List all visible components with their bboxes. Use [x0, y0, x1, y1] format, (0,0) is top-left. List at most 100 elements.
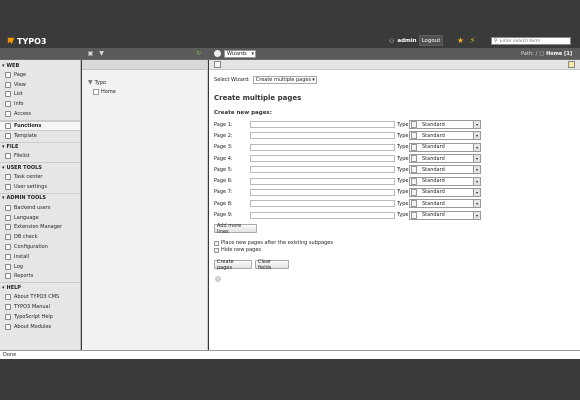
module-item-functions[interactable]: Functions — [0, 120, 80, 131]
module-icon — [5, 184, 11, 191]
tree-node-home[interactable]: Home — [88, 87, 207, 96]
lightning-clear-cache-icon[interactable]: ⚡ — [467, 35, 478, 46]
module-icon — [5, 214, 11, 221]
module-group-title[interactable]: ▾ ADMIN TOOLS — [0, 194, 80, 203]
page-title-input[interactable] — [250, 132, 395, 140]
page-type-value: Standard — [422, 132, 445, 139]
hide-pages-checkbox[interactable] — [214, 247, 219, 253]
place-after-checkbox[interactable] — [214, 240, 219, 246]
page-type-select[interactable]: Standard ▾ — [409, 199, 481, 209]
module-item-install[interactable]: Install — [0, 252, 80, 262]
filter-icon[interactable]: ▼ — [98, 50, 105, 57]
module-item-template[interactable]: Template — [0, 131, 80, 141]
tree-node-label: Home — [101, 88, 116, 95]
page-title-input[interactable] — [250, 211, 395, 219]
page-rows: Page 1: Type: Standard ▾ Page 2: Type: Standar… — [214, 119, 484, 221]
page-doctype-icon — [411, 166, 417, 174]
page-type-select[interactable]: Standard ▾ — [409, 131, 481, 141]
module-group-title[interactable]: ▾ USER TOOLS — [0, 163, 80, 172]
module-group: Functions Template — [0, 119, 80, 141]
module-item-typoscript-help[interactable]: TypoScript Help — [0, 312, 80, 322]
module-item-view[interactable]: View — [0, 80, 80, 90]
module-item-access[interactable]: Access — [0, 109, 80, 119]
module-item-db-check[interactable]: DB check — [0, 232, 80, 242]
page-type-select[interactable]: Standard ▾ — [409, 142, 481, 152]
module-icon — [5, 111, 11, 118]
module-icon — [5, 204, 11, 211]
page-title-input[interactable] — [250, 166, 395, 174]
tree-node-root[interactable]: ▼ Typo — [88, 78, 207, 87]
module-item-extension-manager[interactable]: Extension Manager — [0, 223, 80, 233]
path-page[interactable]: Home [1] — [546, 51, 572, 57]
module-group-label: USER TOOLS — [6, 164, 42, 171]
page-row: Page 3: Type: Standard ▾ — [214, 142, 484, 153]
page-title-input[interactable] — [250, 155, 395, 163]
module-item-task-center[interactable]: Task center — [0, 172, 80, 182]
module-item-user-settings[interactable]: User settings — [0, 182, 80, 192]
typo3-logo[interactable]: TYPO3 — [7, 36, 46, 46]
module-icon — [5, 132, 11, 139]
page-type-select[interactable]: Standard ▾ — [409, 154, 481, 164]
module-item-label: Language — [14, 214, 39, 221]
hide-pages-label: Hide new pages — [221, 247, 262, 253]
user-icon: ⚇ — [389, 37, 395, 45]
module-item-reports[interactable]: Reports — [0, 272, 80, 282]
page-type-select[interactable]: Standard ▾ — [409, 176, 481, 186]
help-icon[interactable] — [214, 50, 221, 57]
page-type-value: Standard — [422, 166, 445, 173]
module-group: ▾ FILE Filelist — [0, 141, 80, 162]
page-title: Create multiple pages — [214, 94, 302, 102]
page-tree: ▼ Typo Home — [82, 60, 208, 350]
new-page-icon[interactable]: ▣ — [87, 50, 94, 57]
module-group-title[interactable]: ▾ WEB — [0, 61, 80, 70]
refresh-icon[interactable]: ↻ — [196, 50, 201, 57]
module-item-about-modules[interactable]: About Modules — [0, 322, 80, 332]
module-item-backend-users[interactable]: Backend users — [0, 203, 80, 213]
clear-fields-button[interactable]: Clear fields — [255, 259, 289, 271]
module-item-about-typo3-cms[interactable]: About TYPO3 CMS — [0, 292, 80, 302]
create-pages-button[interactable]: Create pages — [214, 259, 252, 271]
place-after-option[interactable]: Place new pages after the existing subpa… — [214, 240, 333, 246]
add-more-lines-button[interactable]: Add more lines — [214, 223, 257, 235]
hide-pages-option[interactable]: Hide new pages — [214, 247, 261, 253]
page-title-input[interactable] — [250, 121, 395, 129]
collapse-arrow-icon: ▾ — [2, 144, 5, 151]
page-doctype-icon — [411, 200, 417, 208]
module-icon — [5, 91, 11, 98]
help-icon[interactable]: ? — [215, 276, 221, 282]
module-item-label: Template — [14, 132, 37, 139]
module-item-label: About Modules — [14, 323, 52, 330]
module-item-configuration[interactable]: Configuration — [0, 242, 80, 252]
function-menu-select[interactable]: Wizards ▾ — [224, 50, 256, 58]
search-icon: ⚲ — [494, 38, 498, 44]
module-item-typo3-manual[interactable]: TYPO3 Manual — [0, 302, 80, 312]
module-item-language[interactable]: Language — [0, 213, 80, 223]
page-title-input[interactable] — [250, 200, 395, 208]
bookmark-star-icon[interactable]: ★ — [455, 35, 466, 46]
module-item-list[interactable]: List — [0, 90, 80, 100]
module-item-info[interactable]: Info — [0, 99, 80, 109]
page-type-select[interactable]: Standard ▾ — [409, 187, 481, 197]
module-group-title[interactable]: ▾ FILE — [0, 143, 80, 152]
search-box[interactable]: ⚲ — [491, 37, 571, 45]
page-title-input[interactable] — [250, 143, 395, 151]
module-item-label: DB check — [14, 234, 38, 241]
csh-icon[interactable] — [568, 61, 575, 68]
search-input[interactable] — [499, 38, 570, 44]
page-title-input[interactable] — [250, 177, 395, 185]
page-type-select[interactable]: Standard ▾ — [409, 210, 481, 220]
chevron-down-icon: ▾ — [251, 51, 254, 57]
page-type-select[interactable]: Standard ▾ — [409, 120, 481, 130]
module-item-page[interactable]: Page — [0, 70, 80, 80]
page-row: Page 1: Type: Standard ▾ — [214, 119, 484, 130]
page-title-input[interactable] — [250, 188, 395, 196]
typo3-root-icon: ▼ — [88, 79, 93, 86]
shortcut-icon[interactable] — [214, 61, 221, 68]
page-type-select[interactable]: Standard ▾ — [409, 165, 481, 175]
module-item-log[interactable]: Log — [0, 262, 80, 272]
logout-button[interactable]: Logout — [419, 35, 443, 46]
module-group-title[interactable]: ▾ HELP — [0, 283, 80, 292]
module-item-filelist[interactable]: Filelist — [0, 152, 80, 162]
select-wizard-dropdown[interactable]: Create multiple pages ▾ — [252, 76, 317, 84]
user-menu[interactable]: ⚇ admin — [389, 36, 417, 46]
